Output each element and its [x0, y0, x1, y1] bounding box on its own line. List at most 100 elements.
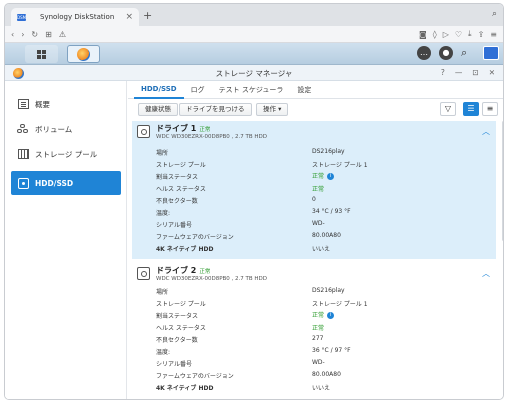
info-icon[interactable]: i: [327, 312, 335, 319]
drive-card[interactable]: ドライブ 1 正常 WDC WD30EZRX-00D8PB0 , 2.7 TB H…: [132, 121, 496, 259]
label-health-status: ヘルス ステータス: [156, 186, 206, 193]
label-storage-pool: ストレージ プール: [156, 162, 206, 169]
label-location: 場所: [156, 289, 169, 296]
tab-search-icon[interactable]: ⌕: [492, 9, 497, 19]
sidebar-item-label: ボリューム: [35, 124, 73, 134]
sidebar-item-storage-pool[interactable]: ストレージ プール: [11, 143, 121, 165]
label-native-4k: 4K ネイティブ HDD: [156, 385, 214, 392]
close-tab-icon[interactable]: ×: [125, 12, 133, 22]
label-temperature: 温度:: [156, 210, 171, 217]
locate-drive-button[interactable]: ドライブを見つける: [179, 103, 252, 116]
help-icon[interactable]: ?: [441, 68, 445, 77]
download-icon[interactable]: ⤓: [468, 29, 472, 39]
value-storage-pool: ストレージ プール 1: [312, 162, 368, 169]
storage-manager-taskbar-button[interactable]: [67, 45, 100, 63]
sidebar-item-label: ストレージ プール: [35, 149, 98, 159]
maximize-icon[interactable]: ⊡: [472, 68, 478, 77]
label-health-status: ヘルス ステータス: [156, 325, 206, 332]
value-location: DS216play: [312, 287, 345, 294]
drive-status: 正常: [199, 127, 211, 133]
info-icon[interactable]: i: [327, 173, 335, 180]
sidebar-item-hdd-ssd[interactable]: HDD/SSD: [11, 171, 121, 195]
address-bar-actions: ◙ ◊ ▷ ♡ ⤓ ⇪ ≡: [419, 29, 497, 39]
browser-tab-title: Synology DiskStation: [40, 13, 115, 21]
new-tab-icon[interactable]: +: [143, 9, 152, 22]
drive-card[interactable]: ドライブ 2 正常 WDC WD30EZRX-00D8PB0 , 2.7 TB H…: [132, 263, 496, 399]
sidebar-item-overview[interactable]: 概要: [11, 93, 121, 115]
drive-icon: [137, 267, 150, 280]
label-serial: シリアル番号: [156, 361, 192, 368]
window-title: ストレージ マネージャ: [215, 69, 293, 78]
sidebar-item-label: HDD/SSD: [35, 178, 74, 188]
drive-name-text: ドライブ 2: [156, 266, 197, 275]
minimize-icon[interactable]: —: [455, 68, 463, 77]
heart-icon[interactable]: ♡: [455, 30, 462, 39]
label-serial: シリアル番号: [156, 222, 192, 229]
widgets-icon[interactable]: [483, 46, 499, 60]
back-icon[interactable]: ‹: [11, 30, 14, 39]
label-temperature: 温度:: [156, 349, 171, 356]
dsm-favicon-icon: DSM: [17, 13, 27, 21]
value-storage-pool: ストレージ プール 1: [312, 301, 368, 308]
camera-icon[interactable]: ◙: [419, 30, 427, 39]
tab-hdd-ssd[interactable]: HDD/SSD: [134, 81, 184, 99]
collapse-icon[interactable]: ︿: [482, 126, 490, 137]
grid-icon[interactable]: ⊞: [45, 30, 52, 39]
detail-view-icon[interactable]: ☰: [463, 102, 479, 116]
warning-icon[interactable]: ⚠: [59, 30, 66, 39]
label-allocation-status: 割当ステータス: [156, 174, 199, 181]
user-icon[interactable]: ●: [439, 46, 453, 60]
taskbar-right-group: … ● ⌕: [417, 46, 499, 60]
value-native-4k: いいえ: [312, 246, 331, 253]
address-bar: ‹ › ↻ ⊞ ⚠ ◙ ◊ ▷ ♡ ⤓ ⇪ ≡: [5, 26, 503, 43]
hdd-icon: [17, 177, 29, 189]
value-allocation-status: 正常 i: [312, 171, 335, 180]
search-icon[interactable]: ⌕: [461, 46, 475, 60]
value-bad-sectors: 0: [312, 196, 316, 203]
menu-icon[interactable]: ≡: [490, 30, 497, 39]
dsm-taskbar: … ● ⌕: [5, 43, 503, 65]
main-menu-button[interactable]: [25, 45, 58, 63]
allocation-status-text: 正常: [312, 312, 325, 319]
close-icon[interactable]: ✕: [489, 68, 495, 77]
browser-tab-strip: DSM Synology DiskStation × + ⌕: [5, 4, 503, 26]
value-serial: WD-: [312, 359, 325, 366]
sidebar-item-volume[interactable]: ボリューム: [11, 118, 121, 140]
action-dropdown-button[interactable]: 操作 ▾: [256, 103, 289, 116]
main-content: HDD/SSD ログ テスト スケジューラ 設定 健康状態 ドライブを見つける …: [128, 81, 503, 399]
value-firmware: 80.00A80: [312, 371, 341, 378]
health-status-button[interactable]: 健康状態: [138, 103, 178, 116]
share-icon[interactable]: ⇪: [478, 30, 485, 39]
sidebar: 概要 ボリューム ストレージ プール HDD/SSD: [5, 81, 127, 399]
storage-pool-icon: [17, 149, 29, 160]
label-bad-sectors: 不良セクター数: [156, 337, 198, 344]
tab-test-scheduler[interactable]: テスト スケジューラ: [212, 81, 291, 99]
list-view-icon[interactable]: ≡: [482, 102, 498, 116]
collapse-icon[interactable]: ︿: [482, 268, 490, 279]
forward-icon[interactable]: ›: [21, 30, 24, 39]
main-menu-icon: [37, 49, 46, 59]
play-icon[interactable]: ▷: [443, 30, 449, 39]
tab-bar: HDD/SSD ログ テスト スケジューラ 設定: [128, 81, 503, 99]
tab-settings[interactable]: 設定: [290, 81, 318, 99]
shield-icon[interactable]: ◊: [433, 30, 437, 39]
scrollbar[interactable]: [502, 121, 503, 241]
drive-name: ドライブ 2 正常: [156, 265, 210, 276]
tab-log[interactable]: ログ: [184, 81, 212, 99]
value-health-status: 正常: [312, 325, 325, 332]
notifications-icon[interactable]: …: [417, 46, 431, 60]
value-location: DS216play: [312, 148, 345, 155]
value-temperature: 36 °C / 97 °F: [312, 347, 351, 354]
window-title-bar: ストレージ マネージャ ? — ⊡ ✕: [5, 65, 503, 81]
drive-icon: [137, 125, 150, 138]
reload-icon[interactable]: ↻: [31, 30, 38, 39]
drive-model: WDC WD30EZRX-00D8PB0 , 2.7 TB HDD: [156, 134, 268, 140]
storage-manager-window: ストレージ マネージャ ? — ⊡ ✕ 概要 ボリューム ストレージ プール H…: [5, 65, 503, 399]
filter-icon[interactable]: ▽: [440, 102, 456, 116]
value-native-4k: いいえ: [312, 385, 331, 392]
browser-window: DSM Synology DiskStation × + ⌕ ‹ › ↻ ⊞ ⚠…: [4, 3, 504, 400]
sidebar-item-label: 概要: [35, 99, 50, 109]
toolbar: 健康状態 ドライブを見つける 操作 ▾ ▽ ☰ ≡: [128, 101, 503, 119]
value-bad-sectors: 277: [312, 335, 324, 342]
browser-tab[interactable]: DSM Synology DiskStation ×: [11, 8, 139, 26]
